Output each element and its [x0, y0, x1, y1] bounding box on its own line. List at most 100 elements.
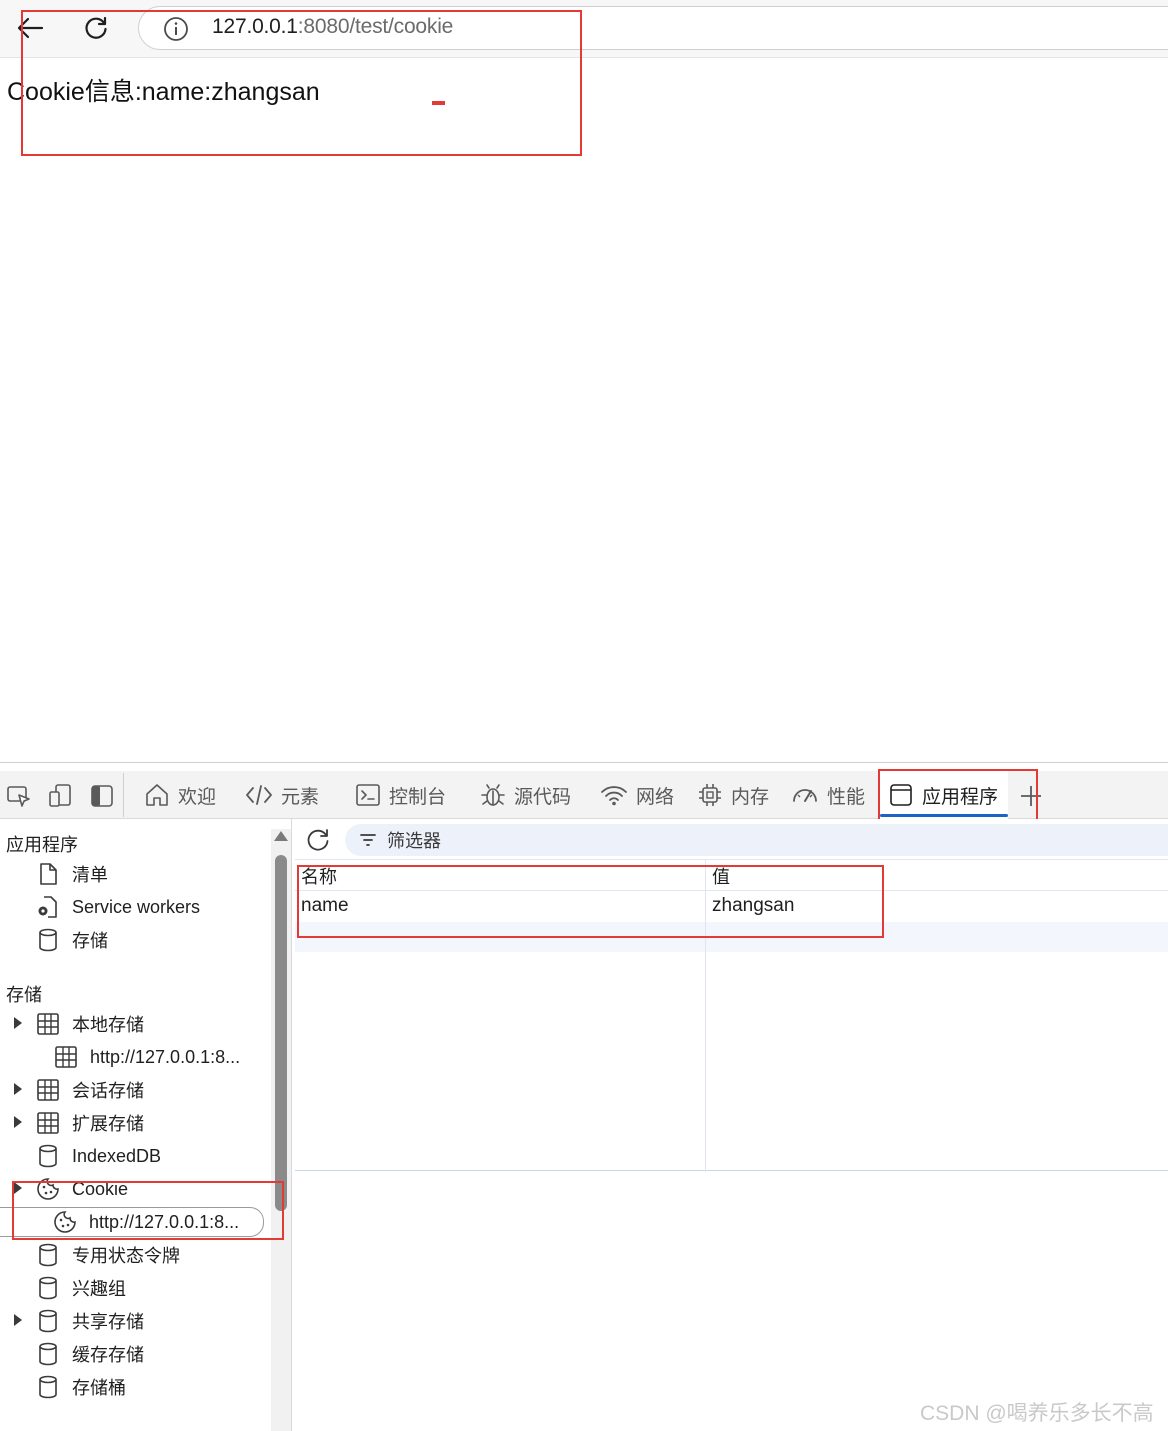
column-divider: [705, 860, 706, 1172]
tab-elements[interactable]: 元素: [245, 771, 319, 819]
gauge-icon: [793, 789, 817, 802]
sidebar-item-session-storage[interactable]: 会话存储: [36, 1075, 144, 1105]
red-dash-mark: [432, 101, 445, 105]
inspect-element-icon[interactable]: [6, 783, 32, 809]
sidebar-item-manifest[interactable]: 清单: [36, 859, 108, 889]
tab-welcome[interactable]: 欢迎: [144, 771, 216, 819]
sidebar-item-label: 本地存储: [72, 1015, 144, 1035]
sidebar-item-label: IndexedDB: [72, 1145, 162, 1166]
database-icon: [36, 1375, 60, 1399]
sidebar-item-label: Cookie: [72, 1178, 129, 1199]
back-button[interactable]: [12, 10, 48, 46]
sidebar-item-label: 扩展存储: [72, 1114, 144, 1134]
sidebar-item-cache-storage[interactable]: 缓存存储: [36, 1339, 144, 1369]
expand-arrow-icon[interactable]: [14, 1017, 22, 1029]
cookie-name-cell[interactable]: name: [301, 895, 349, 917]
console-icon: [356, 784, 380, 806]
grid-icon: [36, 1012, 60, 1036]
tab-console[interactable]: 控制台: [355, 771, 446, 819]
database-icon: [36, 1144, 60, 1168]
sidebar-item-storage-overview[interactable]: 存储: [36, 925, 108, 955]
filter-input[interactable]: 筛选器: [345, 824, 1168, 856]
sidebar-item-label: http://127.0.0.1:8...: [90, 1046, 241, 1067]
dock-side-icon[interactable]: [89, 783, 115, 809]
grid-icon: [36, 1078, 60, 1102]
filter-icon: [360, 834, 376, 846]
url-host: 127.0.0.1: [212, 15, 298, 38]
sidebar-item-shared-storage[interactable]: 共享存储: [36, 1306, 144, 1336]
tab-label: 控制台: [389, 786, 447, 808]
sidebar-item-label: 兴趣组: [72, 1279, 126, 1299]
sidebar-item-service-workers[interactable]: Service workers: [36, 892, 200, 922]
url-text: 127.0.0.1:8080/test/cookie: [212, 15, 453, 39]
toolbar-separator: [123, 773, 124, 817]
url-path: :8080/test/cookie: [297, 15, 454, 38]
add-tab-button[interactable]: [1018, 783, 1044, 809]
sidebar-item-extension-storage[interactable]: 扩展存储: [36, 1108, 144, 1138]
tab-label: 元素: [281, 786, 320, 808]
gear-file-icon: [36, 895, 60, 919]
sidebar-item-cookies[interactable]: Cookie: [36, 1174, 128, 1204]
grid-icon: [54, 1045, 78, 1069]
sidebar-item-label: Service workers: [72, 896, 201, 917]
cookie-info-text: Cookie信息:name:zhangsan: [7, 78, 320, 106]
expand-arrow-icon[interactable]: [14, 1083, 22, 1095]
database-icon: [36, 928, 60, 952]
column-header-value[interactable]: 值: [712, 863, 730, 889]
watermark: CSDN @喝养乐多长不高: [920, 1402, 1154, 1425]
wifi-icon: [601, 786, 627, 806]
cookie-value-cell[interactable]: zhangsan: [712, 895, 794, 917]
sidebar-item-interest-groups[interactable]: 兴趣组: [36, 1273, 126, 1303]
expand-arrow-icon[interactable]: [14, 1182, 22, 1194]
tab-label: 欢迎: [178, 786, 217, 808]
home-icon: [146, 784, 168, 806]
reload-icon: [85, 16, 107, 39]
sidebar-item-label: 专用状态令牌: [72, 1246, 180, 1266]
reload-button[interactable]: [78, 10, 114, 46]
application-sidebar: 应用程序 清单 Service workers 存储 存储 本地存储 http:…: [0, 819, 292, 1431]
expand-arrow-icon[interactable]: [14, 1314, 22, 1326]
column-header-name[interactable]: 名称: [301, 863, 337, 889]
site-info-icon[interactable]: [163, 16, 189, 47]
sidebar-section-storage: 存储: [6, 985, 42, 1005]
tab-application[interactable]: 应用程序: [880, 771, 1008, 819]
devtools-panel: 欢迎 元素 控制台 源代码 网络 内存 性能 应用程序 应用程序 清单 Serv…: [0, 762, 1168, 1431]
device-emulation-icon[interactable]: [48, 783, 74, 809]
cookie-table: 名称 值 name zhangsan: [295, 859, 1168, 1172]
database-icon: [36, 1342, 60, 1366]
tab-performance[interactable]: 性能: [791, 771, 865, 819]
database-icon: [36, 1276, 60, 1300]
tab-label: 内存: [731, 786, 770, 808]
bug-icon: [481, 784, 505, 806]
tab-sources[interactable]: 源代码: [480, 771, 571, 819]
tab-label: 应用程序: [922, 786, 999, 808]
refresh-button[interactable]: [305, 827, 331, 853]
sidebar-item-local-storage[interactable]: 本地存储: [36, 1009, 144, 1039]
sidebar-item-label: 共享存储: [72, 1312, 144, 1332]
chip-icon: [699, 784, 721, 806]
sidebar-item-storage-buckets[interactable]: 存储桶: [36, 1372, 126, 1402]
tab-network[interactable]: 网络: [600, 771, 674, 819]
expand-arrow-icon[interactable]: [14, 1116, 22, 1128]
sidebar-section-application: 应用程序: [6, 835, 78, 855]
sidebar-scroll-thumb[interactable]: [275, 855, 287, 1211]
address-bar[interactable]: 127.0.0.1:8080/test/cookie: [138, 6, 1168, 50]
file-icon: [36, 862, 60, 886]
tab-label: 源代码: [514, 786, 572, 808]
cookie-icon: [53, 1210, 77, 1234]
sidebar-item-private-state-tokens[interactable]: 专用状态令牌: [36, 1240, 180, 1270]
sidebar-item-label: 存储桶: [72, 1378, 126, 1398]
back-arrow-icon: [17, 17, 44, 39]
application-window-icon: [890, 784, 912, 806]
tab-label: 网络: [636, 786, 675, 808]
refresh-icon: [307, 829, 329, 851]
sidebar-item-label: 会话存储: [72, 1081, 144, 1101]
sidebar-item-local-storage-origin[interactable]: http://127.0.0.1:8...: [54, 1042, 240, 1072]
filter-placeholder: 筛选器: [387, 831, 441, 851]
scroll-up-arrow-icon[interactable]: [274, 831, 288, 841]
browser-toolbar: 127.0.0.1:8080/test/cookie: [0, 0, 1168, 58]
tab-memory[interactable]: 内存: [697, 771, 769, 819]
devtools-tab-bar: 欢迎 元素 控制台 源代码 网络 内存 性能 应用程序: [0, 771, 1168, 819]
sidebar-item-cookie-origin[interactable]: http://127.0.0.1:8...: [0, 1207, 264, 1237]
sidebar-item-indexeddb[interactable]: IndexedDB: [36, 1141, 161, 1171]
